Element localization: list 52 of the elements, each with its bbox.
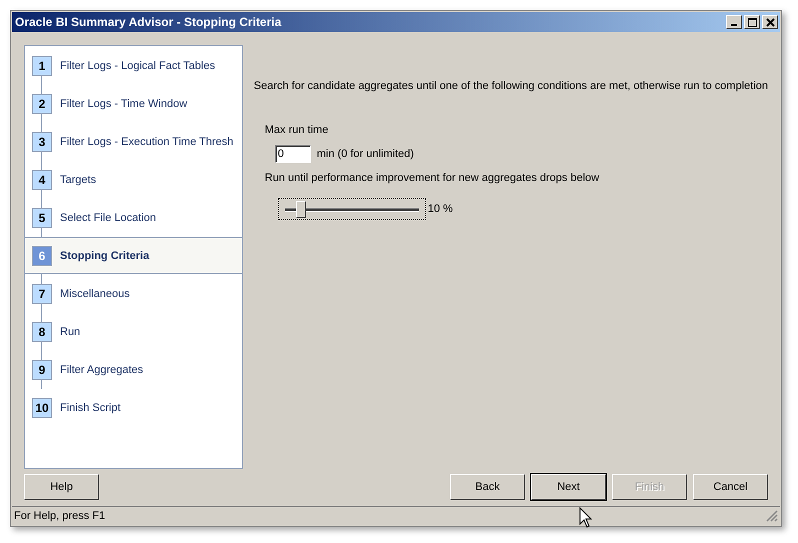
step-item[interactable]: 3 Filter Logs - Execution Time Thresh (25, 123, 242, 160)
step-number: 8 (32, 322, 52, 342)
step-item[interactable]: 6 Stopping Criteria (25, 237, 242, 274)
step-item[interactable]: 5 Select File Location (25, 199, 242, 236)
step-number: 10 (32, 398, 52, 418)
step-item[interactable]: 2 Filter Logs - Time Window (25, 85, 242, 122)
step-label: Targets (60, 174, 96, 186)
minimize-button[interactable] (726, 15, 742, 29)
instructions-text: Search for candidate aggregates until one of the following conditions are met, otherwise run to completion (254, 80, 768, 92)
maximize-icon (748, 18, 756, 26)
wizard-button[interactable]: Back (450, 474, 525, 500)
step-item[interactable]: 4 Targets (25, 161, 242, 198)
step-label: Select File Location (60, 212, 156, 224)
wizard-button[interactable]: Next (531, 474, 606, 500)
step-number: 1 (32, 56, 52, 76)
step-label: Run (60, 326, 80, 338)
slider-thumb[interactable] (296, 201, 306, 218)
percent-reading: 10 % (428, 203, 453, 215)
minimize-icon (731, 24, 737, 26)
maximize-button[interactable] (744, 15, 760, 29)
step-item[interactable]: 9 Filter Aggregates (25, 351, 242, 388)
step-number: 4 (32, 170, 52, 190)
step-label: Filter Logs - Execution Time Thresh (60, 136, 234, 148)
run-time-field[interactable]: 0 (274, 145, 311, 163)
step-label: Filter Logs - Logical Fact Tables (60, 60, 216, 72)
step-number: 2 (32, 94, 52, 114)
wizard-button[interactable]: Cancel (693, 474, 768, 500)
step-item[interactable]: 1 Filter Logs - Logical Fact Tables (25, 47, 242, 84)
step-item[interactable]: 7 Miscellaneous (25, 275, 242, 312)
step-item[interactable]: 10 Finish Script (25, 389, 242, 426)
max-run-time-label: Max run time (264, 124, 330, 136)
step-label: Filter Logs - Time Window (60, 98, 188, 110)
step-label: Miscellaneous (60, 288, 130, 300)
improvement-label: Run until performance improvement for new aggregates drops below (264, 172, 600, 184)
window-title: Oracle BI Summary Advisor - Stopping Criteria (15, 15, 282, 29)
help-button[interactable]: Help (24, 474, 99, 500)
step-number: 3 (32, 132, 52, 152)
improvement-slider[interactable] (278, 198, 426, 220)
pointer-cursor-icon (579, 507, 593, 529)
close-icon (766, 18, 774, 26)
step-label: Stopping Criteria (60, 250, 150, 262)
step-number: 5 (32, 208, 52, 228)
step-number: 7 (32, 284, 52, 304)
close-button[interactable] (762, 15, 778, 29)
status-text: For Help, press F1 (14, 510, 106, 522)
unit-label: min (0 for unlimited) (316, 148, 414, 160)
step-item[interactable]: 8 Run (25, 313, 242, 350)
step-number: 9 (32, 360, 52, 380)
step-number: 6 (32, 246, 52, 266)
resize-grip-icon (766, 510, 778, 522)
step-label: Finish Script (60, 402, 121, 414)
step-label: Filter Aggregates (60, 364, 144, 376)
